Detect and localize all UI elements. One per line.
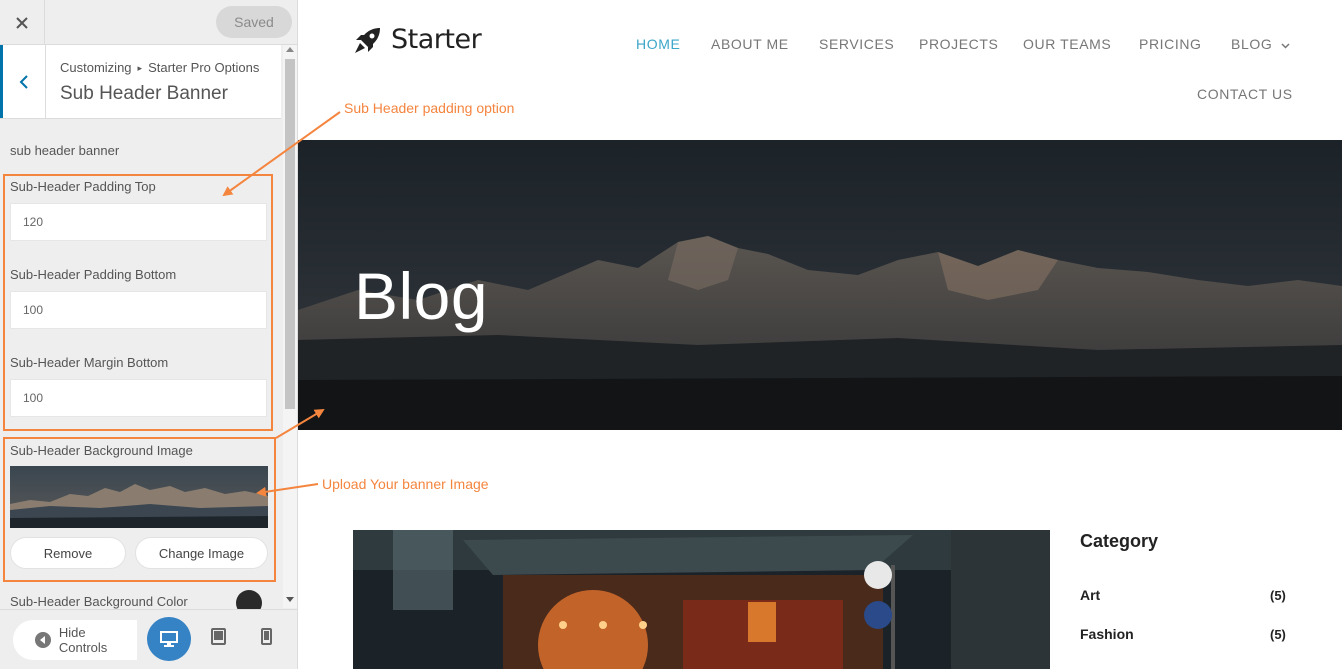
bg-image-label: Sub-Header Background Image [10, 443, 193, 458]
logo-text: Starter [391, 24, 482, 55]
change-image-button[interactable]: Change Image [135, 537, 268, 569]
scrollbar-thumb[interactable] [285, 59, 295, 409]
chevron-down-icon [1281, 43, 1290, 49]
category-item-art[interactable]: Art [1080, 587, 1100, 603]
arrow-left-icon [35, 632, 51, 648]
nav-pricing[interactable]: PRICING [1139, 36, 1202, 52]
scroll-down-icon[interactable] [286, 597, 294, 602]
street-scene-image [353, 530, 1050, 669]
site-preview: Starter HOME ABOUT ME SERVICES PROJECTS … [298, 0, 1342, 669]
device-tablet-button[interactable] [211, 628, 226, 645]
breadcrumb-separator-icon: ▸ [137, 63, 143, 73]
banner-title: Blog [354, 259, 489, 333]
saved-button[interactable]: Saved [216, 6, 292, 38]
mobile-icon [261, 628, 272, 645]
category-title: Category [1080, 531, 1159, 551]
device-mobile-button[interactable] [261, 628, 272, 645]
nav-about-me[interactable]: ABOUT ME [711, 36, 789, 52]
section-title: Sub Header Banner [60, 83, 228, 104]
category-item-fashion[interactable]: Fashion [1080, 626, 1134, 642]
group-label: sub header banner [10, 143, 120, 158]
breadcrumb: Customizing ▸ Starter Pro Options [60, 60, 259, 75]
padding-bottom-label: Sub-Header Padding Bottom [10, 267, 177, 282]
breadcrumb-item: Customizing [60, 60, 132, 75]
customizer-header: Saved [0, 0, 297, 45]
category-count: (5) [1270, 627, 1286, 642]
back-button[interactable] [0, 45, 46, 118]
customizer-footer: Hide Controls [0, 609, 297, 669]
nav-services[interactable]: SERVICES [819, 36, 894, 52]
close-customizer-button[interactable] [0, 0, 45, 45]
nav-our-teams[interactable]: OUR TEAMS [1023, 36, 1111, 52]
hide-controls-button[interactable]: Hide Controls [13, 620, 137, 660]
nav-contact-us[interactable]: CONTACT US [1197, 86, 1293, 102]
padding-bottom-input[interactable]: 100 [10, 291, 267, 329]
remove-image-button[interactable]: Remove [10, 537, 126, 569]
padding-top-label: Sub-Header Padding Top [10, 179, 156, 194]
tablet-icon [211, 628, 226, 645]
category-count: (5) [1270, 588, 1286, 603]
padding-top-input[interactable]: 120 [10, 203, 267, 241]
breadcrumb-item: Starter Pro Options [148, 60, 260, 75]
nav-blog[interactable]: BLOG [1231, 36, 1290, 52]
desktop-icon [160, 631, 178, 647]
customizer-panel: Saved Customizing ▸ Starter Pro Options Su… [0, 0, 298, 669]
rocket-logo-icon [355, 27, 380, 53]
hide-controls-label: Hide Controls [58, 625, 108, 655]
site-logo[interactable]: Starter [353, 24, 482, 55]
nav-blog-label: BLOG [1231, 36, 1273, 52]
post-featured-image[interactable] [353, 530, 1050, 669]
sub-header-banner: Blog [298, 140, 1342, 430]
chevron-left-icon [19, 74, 28, 89]
nav-projects[interactable]: PROJECTS [919, 36, 998, 52]
bg-color-label: Sub-Header Background Color [10, 594, 188, 609]
nav-home[interactable]: HOME [636, 36, 680, 52]
margin-bottom-label: Sub-Header Margin Bottom [10, 355, 169, 370]
scroll-up-icon[interactable] [286, 47, 294, 52]
panel-scrollbar[interactable] [283, 45, 297, 608]
close-icon [16, 16, 28, 29]
bg-image-thumbnail [10, 466, 268, 528]
section-header: Customizing ▸ Starter Pro Options Sub Head… [0, 45, 281, 119]
device-desktop-button[interactable] [147, 617, 191, 661]
margin-bottom-input[interactable]: 100 [10, 379, 267, 417]
